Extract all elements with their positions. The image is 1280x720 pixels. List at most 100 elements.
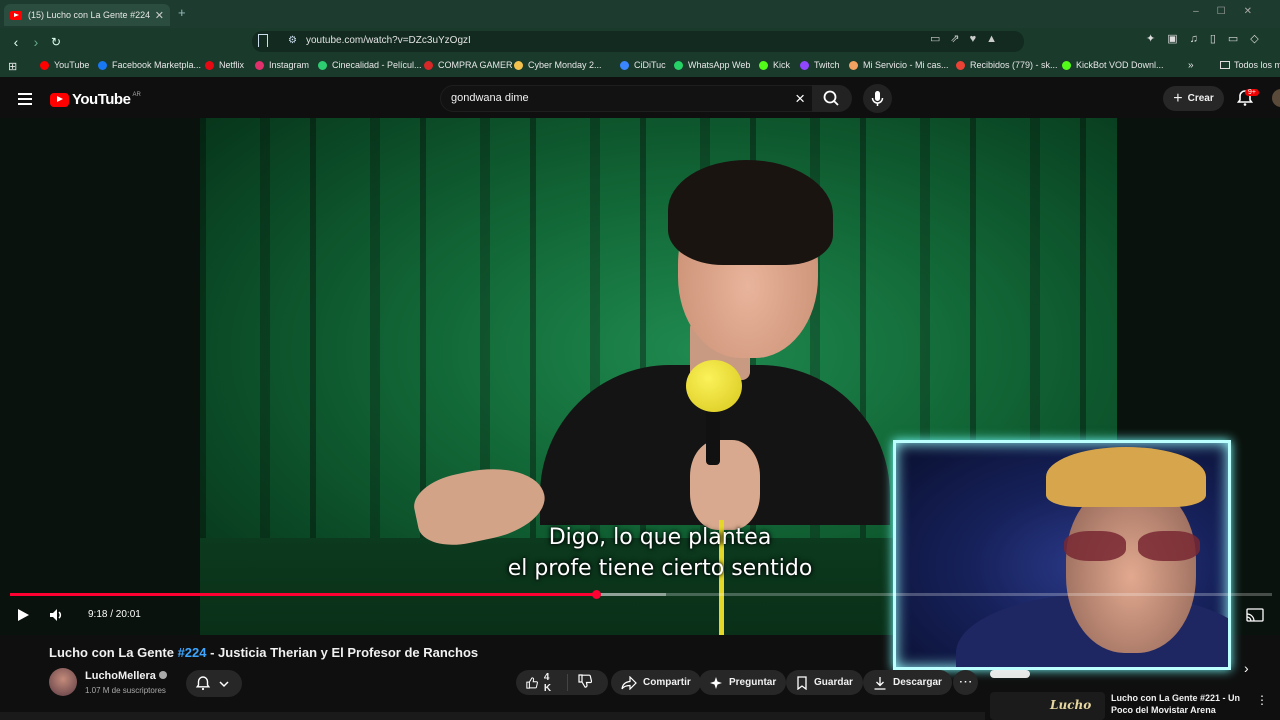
omnibox[interactable]: ⚙ youtube.com/watch?v=DZc3uYzOgzI: [252, 31, 1024, 52]
save-button[interactable]: Guardar: [786, 670, 863, 695]
bookmark-favicon-icon: [759, 60, 768, 70]
bookmark-netflix[interactable]: Netflix: [205, 60, 244, 70]
youtube-logo-text: YouTube: [72, 91, 131, 108]
bookmark-label: Recibidos (779) - sk...: [970, 60, 1058, 70]
bookmark-miservicio[interactable]: Mi Servicio - Mi cas...: [849, 60, 949, 70]
bookmark-twitch[interactable]: Twitch: [800, 60, 840, 70]
bookmark-label: COMPRA GAMER: [438, 60, 513, 70]
bookmark-label: Facebook Marketpla...: [112, 60, 202, 70]
progress-played: [10, 593, 597, 596]
apps-grid-icon[interactable]: ⊞: [8, 60, 17, 73]
video-title: Lucho con La Gente #224 - Justicia Theri…: [49, 645, 478, 660]
like-count: 4 K: [543, 671, 552, 694]
comments-divider: [0, 712, 985, 720]
bookmark-cinecalidad[interactable]: Cinecalidad - Películ...: [318, 60, 422, 70]
download-button[interactable]: Descargar: [863, 670, 952, 695]
bookmark-facebook[interactable]: Facebook Marketpla...: [98, 60, 201, 70]
bookmark-whatsapp[interactable]: WhatsApp Web: [674, 60, 750, 70]
clear-search-icon[interactable]: ×: [795, 89, 805, 109]
bookmarks-overflow-button[interactable]: »: [1188, 60, 1194, 71]
bookmark-favicon-icon: [1062, 60, 1071, 70]
bookmark-cybermonday[interactable]: Cyber Monday 2...: [514, 60, 602, 70]
youtube-logo[interactable]: YouTube AR: [50, 91, 141, 108]
back-icon[interactable]: ‹: [6, 32, 26, 52]
new-tab-icon[interactable]: +: [178, 5, 186, 20]
folder-icon: [1220, 61, 1230, 69]
ask-button[interactable]: Preguntar: [699, 670, 787, 695]
bookmark-favicon-icon: [620, 60, 629, 70]
bookmark-label: CiDiTuc: [634, 60, 666, 70]
like-dislike-group: 4 K: [516, 670, 608, 695]
suggestion-chip[interactable]: [990, 670, 1030, 678]
microphone-head: [686, 360, 742, 412]
bookmark-label: Twitch: [814, 60, 840, 70]
title-prefix: Lucho con La Gente: [49, 645, 178, 660]
bookmark-label: Mi Servicio - Mi cas...: [863, 60, 949, 70]
search-button[interactable]: [812, 85, 852, 112]
bookmark-compragamer[interactable]: COMPRA GAMER: [424, 60, 513, 70]
search-icon: [823, 90, 839, 106]
chevron-right-icon[interactable]: ›: [1244, 660, 1249, 676]
subscriber-count: 1.07 M de suscriptores: [85, 686, 166, 695]
plus-icon: +: [1173, 89, 1183, 107]
performer-hair: [668, 160, 833, 265]
bookmark-favicon-icon: [956, 60, 965, 70]
search-box[interactable]: gondwana dime ×: [440, 85, 818, 112]
volume-icon[interactable]: [49, 608, 65, 622]
webcam-overlay: [893, 440, 1231, 670]
menu-icon[interactable]: [18, 93, 32, 105]
bookmark-recibidos[interactable]: Recibidos (779) - sk...: [956, 60, 1058, 70]
verified-icon: [158, 671, 167, 679]
bookmark-label: KickBot VOD Downl...: [1076, 60, 1164, 70]
channel-name-text[interactable]: LuchoMellera: [85, 670, 156, 682]
dislike-button[interactable]: [568, 674, 608, 691]
bookmark-favicon-icon: [800, 60, 809, 70]
suggested-video-title[interactable]: Lucho con La Gente #221 - Un Poco del Mo…: [1111, 692, 1251, 716]
sparkle-icon: [710, 676, 722, 689]
channel-name[interactable]: LuchoMellera: [85, 670, 167, 682]
more-vertical-icon[interactable]: ⋮: [1256, 693, 1268, 707]
create-button[interactable]: + Crear: [1163, 86, 1224, 111]
browser-tab[interactable]: (15) Lucho con La Gente #224 - ✕: [4, 4, 170, 26]
bookmark-label: Netflix: [219, 60, 245, 70]
site-info-icon[interactable]: ⚙: [288, 35, 297, 46]
reload-icon[interactable]: ↻: [46, 32, 66, 52]
microphone-handle: [706, 405, 720, 465]
youtube-favicon-icon: [10, 10, 22, 20]
channel-avatar[interactable]: [49, 668, 77, 696]
url-text[interactable]: youtube.com/watch?v=DZc3uYzOgzI: [306, 35, 471, 46]
search-input[interactable]: gondwana dime: [451, 92, 529, 104]
youtube-header: YouTube AR gondwana dime × + Crear: [0, 80, 1280, 118]
subscription-bell-button[interactable]: [186, 670, 242, 697]
bookmark-kick[interactable]: Kick: [759, 60, 790, 70]
tab-close-icon[interactable]: ✕: [155, 9, 164, 22]
like-button[interactable]: 4 K: [516, 671, 568, 694]
webcam-sunglasses: [1064, 531, 1204, 561]
tab-title: (15) Lucho con La Gente #224 -: [28, 10, 151, 20]
bookmark-ciditic[interactable]: CiDiTuc: [620, 60, 666, 70]
bookmark-kickbot[interactable]: KickBot VOD Downl...: [1062, 60, 1164, 70]
webcam-cap: [1046, 447, 1206, 507]
bell-icon: [195, 676, 229, 691]
suggested-video-thumbnail[interactable]: Lucho: [990, 692, 1105, 720]
progress-bar[interactable]: [10, 590, 1272, 599]
extension-icons[interactable]: ▭⇗♥▲: [930, 32, 1007, 45]
title-hashtag-link[interactable]: #224: [178, 645, 207, 660]
more-actions-icon[interactable]: ⋯: [953, 670, 978, 695]
bookmarks-bar: ⊞ YouTube Facebook Marketpla... Netflix …: [0, 55, 1280, 77]
window-controls[interactable]: –☐✕: [1193, 6, 1270, 17]
bookmark-icon[interactable]: [258, 34, 268, 47]
cast-icon[interactable]: [1246, 608, 1264, 622]
forward-icon[interactable]: ›: [26, 32, 46, 52]
bookmark-instagram[interactable]: Instagram: [255, 60, 309, 70]
voice-search-button[interactable]: [863, 84, 892, 113]
performer-hand: [690, 440, 760, 530]
bookmark-favicon-icon: [98, 60, 107, 70]
share-button[interactable]: Compartir: [611, 670, 701, 695]
bookmark-youtube[interactable]: YouTube: [40, 60, 89, 70]
toolbar-right-icons[interactable]: ✦▣♫▯▭◇: [1146, 32, 1271, 45]
all-bookmarks-folder[interactable]: Todos los m: [1220, 60, 1280, 70]
play-icon[interactable]: [16, 608, 30, 622]
bookmark-favicon-icon: [40, 60, 49, 70]
download-icon: [874, 676, 886, 690]
